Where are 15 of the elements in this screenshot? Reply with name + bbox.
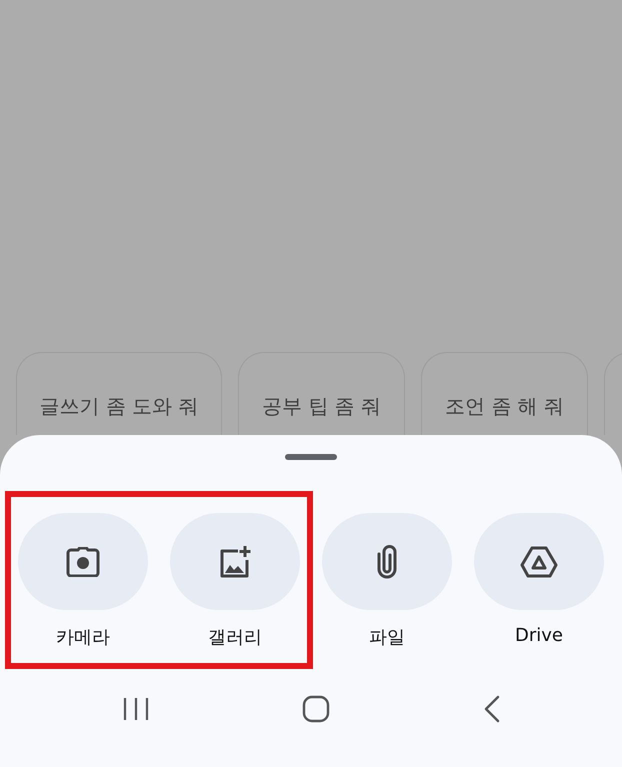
suggestion-chip[interactable]: 조언 좀 해 줘 (421, 352, 588, 435)
suggestion-chip[interactable]: 글쓰기 좀 도와 줘 (16, 352, 222, 435)
camera-icon (66, 546, 100, 576)
home-icon[interactable] (302, 695, 330, 723)
recents-icon[interactable] (122, 697, 148, 721)
option-label: 카메라 (56, 626, 110, 649)
back-icon[interactable] (484, 695, 500, 723)
option-label: Drive (515, 625, 563, 646)
triangle-icon (520, 546, 558, 578)
option-label: 파일 (369, 626, 405, 649)
image-add-icon (218, 544, 252, 578)
drag-handle[interactable] (285, 454, 337, 460)
option-label: 갤러리 (208, 626, 262, 649)
paperclip-icon (376, 544, 398, 578)
suggestion-chip[interactable]: 공부 팁 좀 줘 (238, 352, 405, 435)
